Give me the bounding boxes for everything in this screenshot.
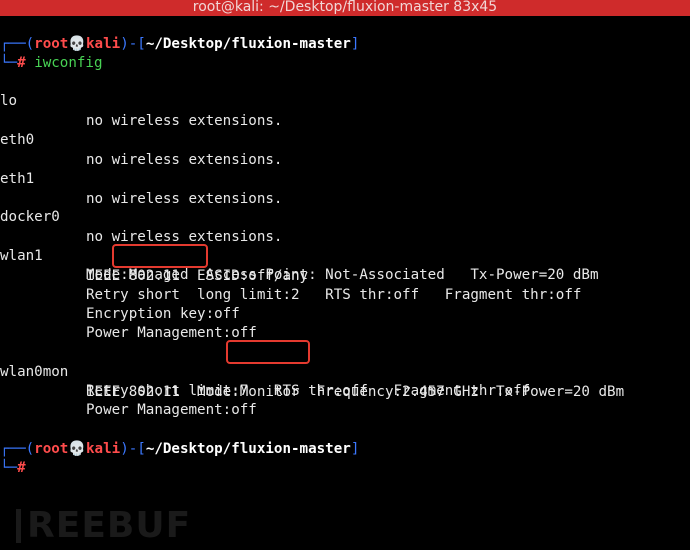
prompt-path: ~/Desktop/fluxion-master xyxy=(145,441,351,457)
prompt-user: root xyxy=(34,441,69,457)
output-row-wlan1-power: Power Management:off xyxy=(0,305,690,341)
iface-name: eth1 xyxy=(0,171,35,188)
window-title: root@kali: ~/Desktop/fluxion-master 83x4… xyxy=(192,0,498,15)
prompt-host: kali xyxy=(86,36,121,52)
iface-name: docker0 xyxy=(0,209,60,226)
iface-info: Power Management:off xyxy=(86,325,257,342)
output-row-wlan0mon-power: Power Management:off xyxy=(0,382,690,418)
terminal-body[interactable]: ┌──(root💀kali)-[~/Desktop/fluxion-master… xyxy=(0,16,690,550)
window-titlebar[interactable]: root@kali: ~/Desktop/fluxion-master 83x4… xyxy=(0,0,690,16)
output-row-wlan1-encryption: Encryption key:off xyxy=(0,286,690,322)
prompt-line: ┌──(root💀kali)-[~/Desktop/fluxion-master… xyxy=(0,36,360,52)
iface-info: Power Management:off xyxy=(86,402,257,419)
skull-icon: 💀 xyxy=(68,36,87,52)
output-row-wlan0mon: wlan0mon IEEE 802.11 Mode:Monitor Freque… xyxy=(0,344,690,399)
output-row-lo: lo no wireless extensions. xyxy=(0,73,690,128)
command-line: └─# iwconfig xyxy=(0,55,103,71)
command-line[interactable]: └─# xyxy=(0,459,26,478)
output-row-wlan1-retry: Retry short long limit:2 RTS thr:off Fra… xyxy=(0,267,690,303)
prompt-line: ┌──(root💀kali)-[~/Desktop/fluxion-master… xyxy=(0,441,360,457)
output-row-wlan1-mode: Mode:Managed Access Point: Not-Associate… xyxy=(0,247,690,283)
freebuf-watermark: REEBUF xyxy=(16,505,191,546)
prompt-path: ~/Desktop/fluxion-master xyxy=(145,36,351,52)
command-text: iwconfig xyxy=(34,55,103,71)
output-row-docker0: docker0 no wireless extensions. xyxy=(0,189,690,244)
output-row-wlan0mon-retry: Retry short limit:7 RTS thr:off Fragment… xyxy=(0,363,690,399)
prompt-user: root xyxy=(34,36,69,52)
prompt-host: kali xyxy=(86,441,121,457)
skull-icon: 💀 xyxy=(68,441,87,457)
output-row-wlan1: wlan1 IEEE 802.11 ESSID:off/any xyxy=(0,228,690,283)
iface-name: eth0 xyxy=(0,132,35,149)
output-row-eth0: eth0 no wireless extensions. xyxy=(0,112,690,167)
iface-name: lo xyxy=(0,93,18,110)
logo-bar-icon xyxy=(16,509,21,543)
output-row-eth1: eth1 no wireless extensions. xyxy=(0,151,690,206)
